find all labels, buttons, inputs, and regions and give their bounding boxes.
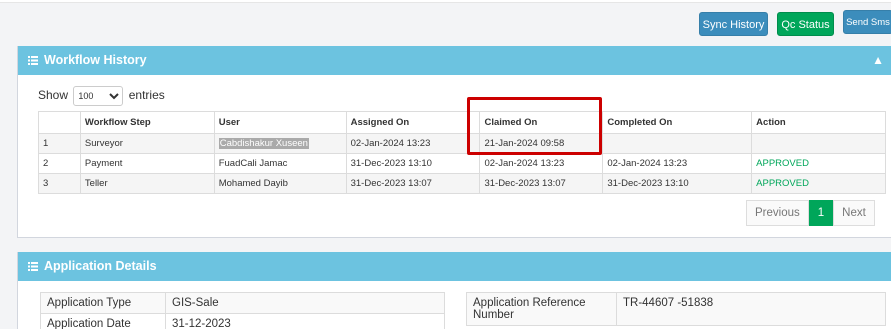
row-number: 1 <box>38 133 81 154</box>
page-length-select[interactable]: 100 <box>73 86 124 106</box>
show-label: Show <box>38 88 69 103</box>
pagination: Previous 1 Next <box>746 200 875 226</box>
detail-label: Application Reference Number <box>466 292 617 326</box>
action-status: APPROVED <box>751 173 886 194</box>
detail-value: 31-12-2023 <box>165 313 445 329</box>
completed-on <box>602 133 753 154</box>
claimed-on: 31-Dec-2023 13:07 <box>479 173 604 194</box>
table-row: 2 Payment FuadCali Jamac 31-Dec-2023 13:… <box>38 153 886 174</box>
previous-page-button[interactable]: Previous <box>746 200 809 226</box>
completed-on: 02-Jan-2024 13:23 <box>602 153 753 174</box>
detail-value: GIS-Sale <box>165 292 445 314</box>
application-details-left-table: Application Type GIS-Sale Application Da… <box>40 292 445 329</box>
col-workflow-step[interactable]: Workflow Step <box>79 111 215 134</box>
detail-label: Application Date <box>40 313 166 329</box>
action-status <box>751 133 886 154</box>
col-index[interactable] <box>38 111 81 134</box>
workflow-history-panel: Workflow History ▲ Show 100 entries Work… <box>17 46 891 238</box>
detail-label: Application Type <box>40 292 166 314</box>
page-1-button[interactable]: 1 <box>808 200 834 226</box>
assigned-on: 31-Dec-2023 13:10 <box>345 153 481 174</box>
page-length-control: Show 100 entries <box>38 86 165 106</box>
table-header-row: Workflow Step User Assigned On Claimed O… <box>38 111 886 134</box>
action-status: APPROVED <box>751 153 886 174</box>
workflow-history-header[interactable]: Workflow History ▲ <box>18 46 891 75</box>
detail-row: Application Type GIS-Sale <box>40 292 445 314</box>
table-row: 3 Teller Mohamed Dayib 31-Dec-2023 13:07… <box>38 173 886 194</box>
col-action[interactable]: Action <box>751 111 886 134</box>
sync-history-button[interactable]: Sync History <box>699 12 768 36</box>
assigned-on: 02-Jan-2024 13:23 <box>345 133 481 154</box>
workflow-step: Surveyor <box>79 133 215 154</box>
user-cell: Cabdishakur Xuseen <box>213 133 347 154</box>
top-divider <box>0 0 891 3</box>
row-number: 3 <box>38 173 81 194</box>
detail-value: TR-44607 -51838 <box>616 292 886 326</box>
col-completed-on[interactable]: Completed On <box>602 111 753 134</box>
application-details-right-table: Application Reference Number TR-44607 -5… <box>466 292 886 326</box>
user-name: FuadCali Jamac <box>213 153 347 174</box>
entries-label: entries <box>128 88 165 103</box>
claimed-on: 02-Jan-2024 13:23 <box>479 153 604 174</box>
chevron-up-icon[interactable]: ▲ <box>872 46 884 75</box>
workflow-step: Payment <box>79 153 215 174</box>
detail-row: Application Date 31-12-2023 <box>40 313 445 329</box>
workflow-history-title: Workflow History <box>44 53 147 67</box>
assigned-on: 31-Dec-2023 13:07 <box>345 173 481 194</box>
table-row: 1 Surveyor Cabdishakur Xuseen 02-Jan-202… <box>38 133 886 154</box>
application-details-title: Application Details <box>44 259 157 273</box>
annotation-highlight <box>467 97 602 155</box>
next-page-button[interactable]: Next <box>833 200 875 226</box>
application-details-header[interactable]: Application Details <box>18 252 891 281</box>
send-sms-button[interactable]: Send Sms <box>843 10 891 34</box>
application-details-panel: Application Details Application Type GIS… <box>17 252 891 329</box>
completed-on: 31-Dec-2023 13:10 <box>602 173 753 194</box>
row-number: 2 <box>38 153 81 174</box>
col-user[interactable]: User <box>213 111 347 134</box>
detail-row: Application Reference Number TR-44607 -5… <box>466 292 886 326</box>
qc-status-button[interactable]: Qc Status <box>777 12 834 36</box>
workflow-step: Teller <box>79 173 215 194</box>
workflow-table: Workflow Step User Assigned On Claimed O… <box>38 111 886 194</box>
user-name: Mohamed Dayib <box>213 173 347 194</box>
list-icon <box>28 56 38 65</box>
list-icon <box>28 262 38 271</box>
col-assigned-on[interactable]: Assigned On <box>345 111 481 134</box>
user-name: Cabdishakur Xuseen <box>218 138 309 149</box>
